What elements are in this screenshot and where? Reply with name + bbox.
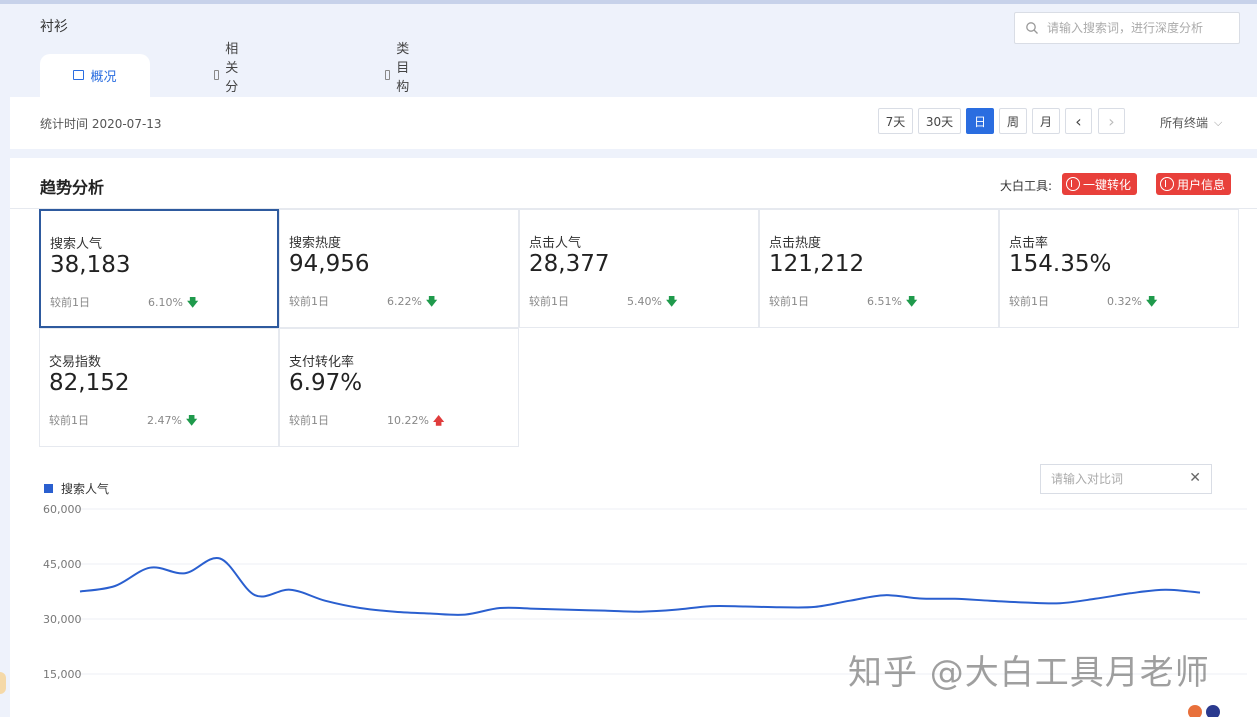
- corner-icons: [1188, 705, 1220, 717]
- range-day-button[interactable]: 日: [966, 108, 994, 134]
- arrow-down-icon: 🡇: [905, 295, 918, 308]
- metric-name: 点击率: [1009, 236, 1049, 251]
- metric-change: 10.22% 🡅: [387, 412, 444, 431]
- compare-word-box[interactable]: ✕: [1040, 464, 1212, 494]
- y-tick-label: 60,000: [43, 503, 82, 516]
- metric-value: 6.97%: [289, 370, 363, 396]
- stat-time: 统计时间 2020-07-13: [40, 117, 162, 131]
- metric-name: 点击人气: [529, 236, 582, 251]
- metric-name: 搜索人气: [50, 237, 103, 252]
- page-title: 衬衫: [40, 19, 68, 35]
- range-7-days-button[interactable]: 7天: [878, 108, 913, 134]
- y-tick-label: 15,000: [43, 668, 82, 681]
- metric-name: 点击热度: [769, 236, 822, 251]
- metric-card-search-popularity[interactable]: 搜索人气 38,183 较前1日 6.10% 🡇: [39, 209, 279, 328]
- metric-change-value: 5.40%: [627, 295, 662, 308]
- metric-compare-label: 较前1日: [289, 414, 329, 427]
- metric-name: 搜索热度: [289, 236, 342, 251]
- metric-value: 38,183: [50, 252, 131, 278]
- metric-change-value: 6.22%: [387, 295, 422, 308]
- metric-compare-label: 较前1日: [49, 414, 89, 427]
- metric-card-trade-index[interactable]: 交易指数 82,152 较前1日 2.47% 🡇: [39, 328, 279, 447]
- bag-icon: [73, 69, 85, 80]
- tool-logo-icon: [1066, 177, 1080, 191]
- arrow-down-icon: 🡇: [186, 296, 199, 309]
- arrow-down-icon: 🡇: [425, 295, 438, 308]
- metric-change-value: 2.47%: [147, 414, 182, 427]
- metric-change: 6.22% 🡇: [387, 293, 437, 312]
- metric-compare-label: 较前1日: [529, 295, 569, 308]
- metric-change: 2.47% 🡇: [147, 412, 197, 431]
- chart-legend[interactable]: 搜索人气: [44, 480, 109, 497]
- y-tick-label: 45,000: [43, 558, 82, 571]
- filter-toolbar: 统计时间 2020-07-13 7天 30天 日 周 月 ‹ › 所有终端 ⌵: [10, 97, 1257, 149]
- tab-related-analysis[interactable]: 相关分析: [214, 42, 244, 114]
- one-click-convert-button[interactable]: 一键转化: [1062, 173, 1138, 195]
- metric-value: 82,152: [49, 370, 130, 396]
- metric-change: 5.40% 🡇: [627, 293, 677, 312]
- metric-change-value: 6.51%: [867, 295, 902, 308]
- metric-card-click-popularity[interactable]: 点击人气 28,377 较前1日 5.40% 🡇: [519, 209, 759, 328]
- metric-value: 28,377: [529, 251, 610, 277]
- bag-icon: [214, 69, 220, 80]
- bag-icon: [385, 69, 391, 80]
- metric-compare-label: 较前1日: [769, 295, 809, 308]
- tool-logo-icon: [1160, 177, 1174, 191]
- close-icon[interactable]: ✕: [1189, 470, 1201, 486]
- tab-category-composition[interactable]: 类目构成: [385, 42, 415, 114]
- metric-card-search-heat[interactable]: 搜索热度 94,956 较前1日 6.22% 🡇: [279, 209, 519, 328]
- metric-change: 6.10% 🡇: [148, 294, 198, 313]
- arrow-down-icon: 🡇: [185, 414, 198, 427]
- legend-label: 搜索人气: [61, 482, 110, 496]
- terminal-value: 所有终端: [1160, 116, 1209, 130]
- metric-name: 支付转化率: [289, 355, 355, 370]
- metric-change: 6.51% 🡇: [867, 293, 917, 312]
- chevron-down-icon: ⌵: [1214, 115, 1223, 129]
- metric-change: 0.32% 🡇: [1107, 293, 1157, 312]
- arrow-down-icon: 🡇: [665, 295, 678, 308]
- watermark: 知乎 @大白工具月老师: [848, 653, 1210, 693]
- user-info-button[interactable]: 用户信息: [1156, 173, 1232, 195]
- trend-header: 趋势分析 大白工具: 一键转化 用户信息: [10, 158, 1257, 209]
- metric-change-value: 0.32%: [1107, 295, 1142, 308]
- tab-label: 概况: [90, 70, 117, 85]
- trend-title: 趋势分析: [40, 178, 105, 197]
- range-month-button[interactable]: 月: [1032, 108, 1060, 134]
- metric-change-value: 10.22%: [387, 414, 429, 427]
- search-input[interactable]: [1047, 21, 1227, 35]
- y-tick-label: 30,000: [43, 613, 82, 626]
- metric-value: 121,212: [769, 251, 865, 277]
- trend-panel: 趋势分析 大白工具: 一键转化 用户信息 搜索人气 38,183 较前1日 6.…: [10, 158, 1257, 717]
- metric-value: 154.35%: [1009, 251, 1112, 277]
- search-box[interactable]: [1014, 12, 1240, 44]
- tool-label: 大白工具:: [1000, 179, 1053, 193]
- button-label: 用户信息: [1177, 177, 1226, 192]
- metric-compare-label: 较前1日: [289, 295, 329, 308]
- arrow-down-icon: 🡇: [1145, 295, 1158, 308]
- arrow-up-icon: 🡅: [432, 414, 445, 427]
- tab-overview[interactable]: 概况: [40, 54, 150, 97]
- page-header: 衬衫 概况 相关分析 类目构成: [10, 4, 1257, 114]
- search-icon: [1025, 21, 1039, 35]
- metric-card-click-rate[interactable]: 点击率 154.35% 较前1日 0.32% 🡇: [999, 209, 1239, 328]
- metric-value: 94,956: [289, 251, 370, 277]
- help-icon[interactable]: [1206, 705, 1220, 717]
- legend-swatch: [44, 484, 53, 493]
- metric-compare-label: 较前1日: [50, 296, 90, 309]
- prev-date-button[interactable]: ‹: [1065, 108, 1092, 134]
- range-week-button[interactable]: 周: [999, 108, 1027, 134]
- metric-card-click-heat[interactable]: 点击热度 121,212 较前1日 6.51% 🡇: [759, 209, 999, 328]
- compare-word-input[interactable]: [1051, 472, 1181, 486]
- button-label: 一键转化: [1083, 177, 1132, 192]
- range-30-days-button[interactable]: 30天: [918, 108, 961, 134]
- metric-card-payment-conversion[interactable]: 支付转化率 6.97% 较前1日 10.22% 🡅: [279, 328, 519, 447]
- series-line-search-popularity[interactable]: [79, 557, 1201, 616]
- tray-icon[interactable]: [1188, 705, 1202, 717]
- metric-name: 交易指数: [49, 355, 102, 370]
- side-float-tab[interactable]: [0, 672, 6, 694]
- metric-change-value: 6.10%: [148, 296, 183, 309]
- terminal-select[interactable]: 所有终端 ⌵: [1160, 114, 1222, 131]
- next-date-button[interactable]: ›: [1098, 108, 1125, 134]
- metric-compare-label: 较前1日: [1009, 295, 1049, 308]
